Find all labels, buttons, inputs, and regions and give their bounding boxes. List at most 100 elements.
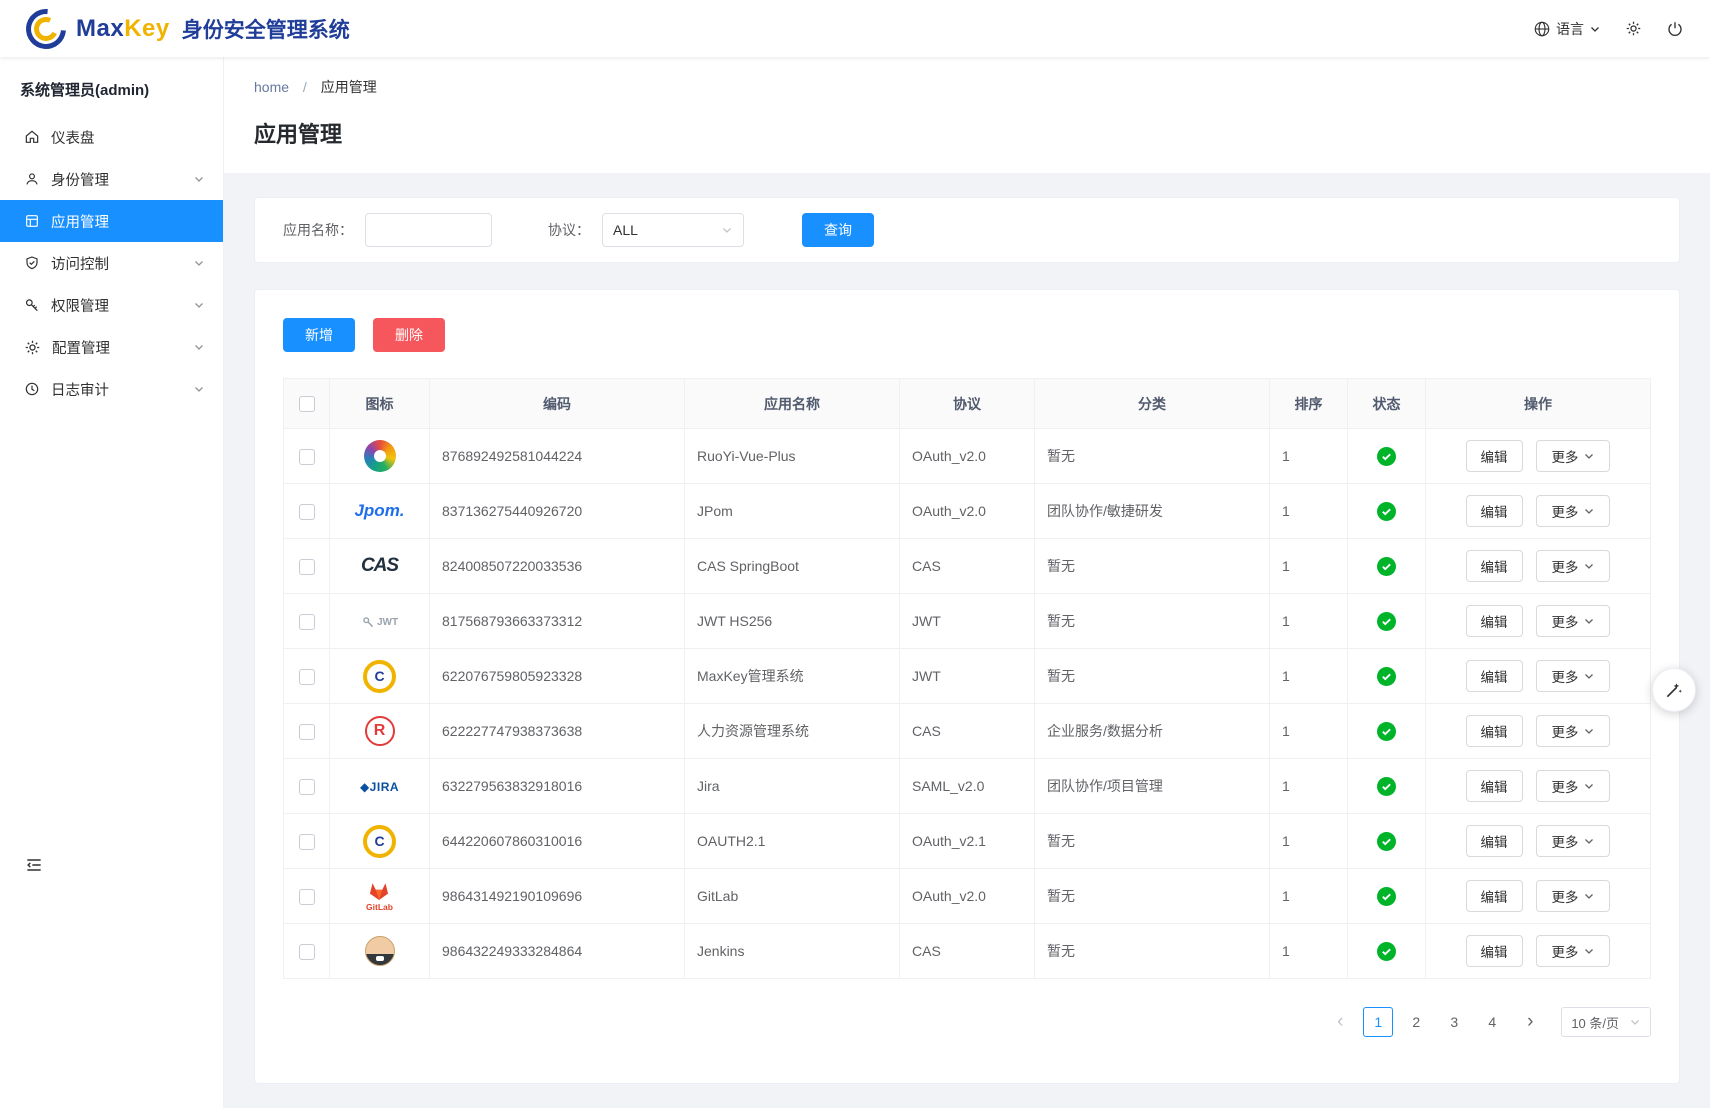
topbar-actions: 语言 — [1533, 19, 1684, 39]
more-button[interactable]: 更多 — [1536, 880, 1610, 912]
delete-button[interactable]: 删除 — [373, 318, 445, 352]
ruoyi-icon — [364, 440, 396, 472]
sidebar-item-identity[interactable]: 身份管理 — [0, 158, 223, 200]
maxkey-icon: C — [363, 825, 396, 858]
filter-card: 应用名称： 协议： ALL 查询 — [254, 197, 1680, 263]
cell-category: 暂无 — [1035, 649, 1270, 704]
more-button[interactable]: 更多 — [1536, 825, 1610, 857]
row-checkbox[interactable] — [299, 834, 315, 850]
sidebar-item-config[interactable]: 配置管理 — [0, 326, 223, 368]
cell-sort: 1 — [1270, 649, 1348, 704]
wand-icon — [1664, 680, 1684, 700]
chevron-down-icon — [1583, 890, 1595, 902]
header-operations: 操作 — [1426, 379, 1651, 429]
edit-button[interactable]: 编辑 — [1466, 880, 1523, 912]
page-size-select[interactable]: 10 条/页 — [1561, 1007, 1651, 1037]
more-button[interactable]: 更多 — [1536, 770, 1610, 802]
jwt-icon: JWT — [361, 615, 398, 629]
table-toolbar: 新增 删除 — [283, 318, 1651, 352]
status-enabled-icon — [1377, 667, 1396, 686]
page-button-3[interactable]: 3 — [1439, 1007, 1469, 1037]
cell-name: OAUTH2.1 — [685, 814, 900, 869]
row-checkbox[interactable] — [299, 889, 315, 905]
chevron-down-icon — [193, 299, 205, 311]
shield-check-icon — [24, 255, 40, 271]
edit-button[interactable]: 编辑 — [1466, 495, 1523, 527]
status-enabled-icon — [1377, 777, 1396, 796]
breadcrumb-current: 应用管理 — [321, 79, 377, 95]
edit-button[interactable]: 编辑 — [1466, 660, 1523, 692]
row-checkbox[interactable] — [299, 779, 315, 795]
cell-protocol: OAuth_v2.0 — [900, 484, 1035, 539]
page-button-4[interactable]: 4 — [1477, 1007, 1507, 1037]
header-status: 状态 — [1348, 379, 1426, 429]
edit-button[interactable]: 编辑 — [1466, 550, 1523, 582]
select-all-checkbox[interactable] — [299, 396, 315, 412]
row-checkbox[interactable] — [299, 724, 315, 740]
row-checkbox[interactable] — [299, 669, 315, 685]
next-page-button[interactable]: › — [1515, 1007, 1545, 1037]
settings-gear-icon[interactable] — [1625, 20, 1642, 37]
chevron-down-icon — [193, 257, 205, 269]
row-checkbox[interactable] — [299, 559, 315, 575]
cell-code: 817568793663373312 — [430, 594, 685, 649]
cell-category: 团队协作/敏捷研发 — [1035, 484, 1270, 539]
chevron-down-icon — [721, 224, 733, 236]
header-sort: 排序 — [1270, 379, 1348, 429]
collapse-sidebar-button[interactable] — [24, 855, 44, 875]
row-checkbox[interactable] — [299, 944, 315, 960]
edit-button[interactable]: 编辑 — [1466, 825, 1523, 857]
breadcrumb-home[interactable]: home — [254, 79, 289, 95]
sidebar-item-label: 应用管理 — [51, 211, 109, 232]
page-header: home / 应用管理 应用管理 — [224, 57, 1710, 173]
edit-button[interactable]: 编辑 — [1466, 605, 1523, 637]
table-row: 986432249333284864 Jenkins CAS 暂无 1 编辑 更… — [284, 924, 1651, 979]
sidebar-item-label: 访问控制 — [51, 253, 109, 274]
sidebar-item-access[interactable]: 访问控制 — [0, 242, 223, 284]
cell-sort: 1 — [1270, 429, 1348, 484]
page-button-1[interactable]: 1 — [1363, 1007, 1393, 1037]
edit-button[interactable]: 编辑 — [1466, 770, 1523, 802]
sidebar-item-permission[interactable]: 权限管理 — [0, 284, 223, 326]
cell-code: 824008507220033536 — [430, 539, 685, 594]
more-button[interactable]: 更多 — [1536, 715, 1610, 747]
edit-button[interactable]: 编辑 — [1466, 935, 1523, 967]
more-button[interactable]: 更多 — [1536, 495, 1610, 527]
add-button[interactable]: 新增 — [283, 318, 355, 352]
theme-settings-button[interactable] — [1652, 668, 1696, 712]
more-button[interactable]: 更多 — [1536, 605, 1610, 637]
more-button[interactable]: 更多 — [1536, 550, 1610, 582]
more-button[interactable]: 更多 — [1536, 440, 1610, 472]
row-checkbox[interactable] — [299, 614, 315, 630]
sidebar-item-audit[interactable]: 日志审计 — [0, 368, 223, 410]
cell-name: RuoYi-Vue-Plus — [685, 429, 900, 484]
header-code: 编码 — [430, 379, 685, 429]
cell-name: CAS SpringBoot — [685, 539, 900, 594]
language-switcher[interactable]: 语言 — [1533, 19, 1601, 39]
more-button[interactable]: 更多 — [1536, 935, 1610, 967]
more-button[interactable]: 更多 — [1536, 660, 1610, 692]
page-button-2[interactable]: 2 — [1401, 1007, 1431, 1037]
row-checkbox[interactable] — [299, 449, 315, 465]
sidebar-item-apps[interactable]: 应用管理 — [0, 200, 223, 242]
sidebar-item-dashboard[interactable]: 仪表盘 — [0, 116, 223, 158]
edit-button[interactable]: 编辑 — [1466, 715, 1523, 747]
cell-sort: 1 — [1270, 539, 1348, 594]
app-name-input[interactable] — [365, 213, 492, 247]
cell-category: 团队协作/项目管理 — [1035, 759, 1270, 814]
table-body: 876892492581044224 RuoYi-Vue-Plus OAuth_… — [284, 429, 1651, 979]
row-checkbox[interactable] — [299, 504, 315, 520]
chevron-down-icon — [193, 341, 205, 353]
edit-button[interactable]: 编辑 — [1466, 440, 1523, 472]
table-card: 新增 删除 图标 编码 应用名称 协议 — [254, 289, 1680, 1084]
header-protocol: 协议 — [900, 379, 1035, 429]
search-button[interactable]: 查询 — [802, 213, 874, 247]
cell-name: JPom — [685, 484, 900, 539]
globe-icon — [1533, 20, 1551, 38]
prev-page-button[interactable]: ‹ — [1325, 1007, 1355, 1037]
cell-sort: 1 — [1270, 759, 1348, 814]
sidebar-item-label: 日志审计 — [51, 379, 109, 400]
cell-code: 837136275440926720 — [430, 484, 685, 539]
logout-power-icon[interactable] — [1666, 20, 1684, 38]
protocol-select[interactable]: ALL — [602, 213, 744, 247]
